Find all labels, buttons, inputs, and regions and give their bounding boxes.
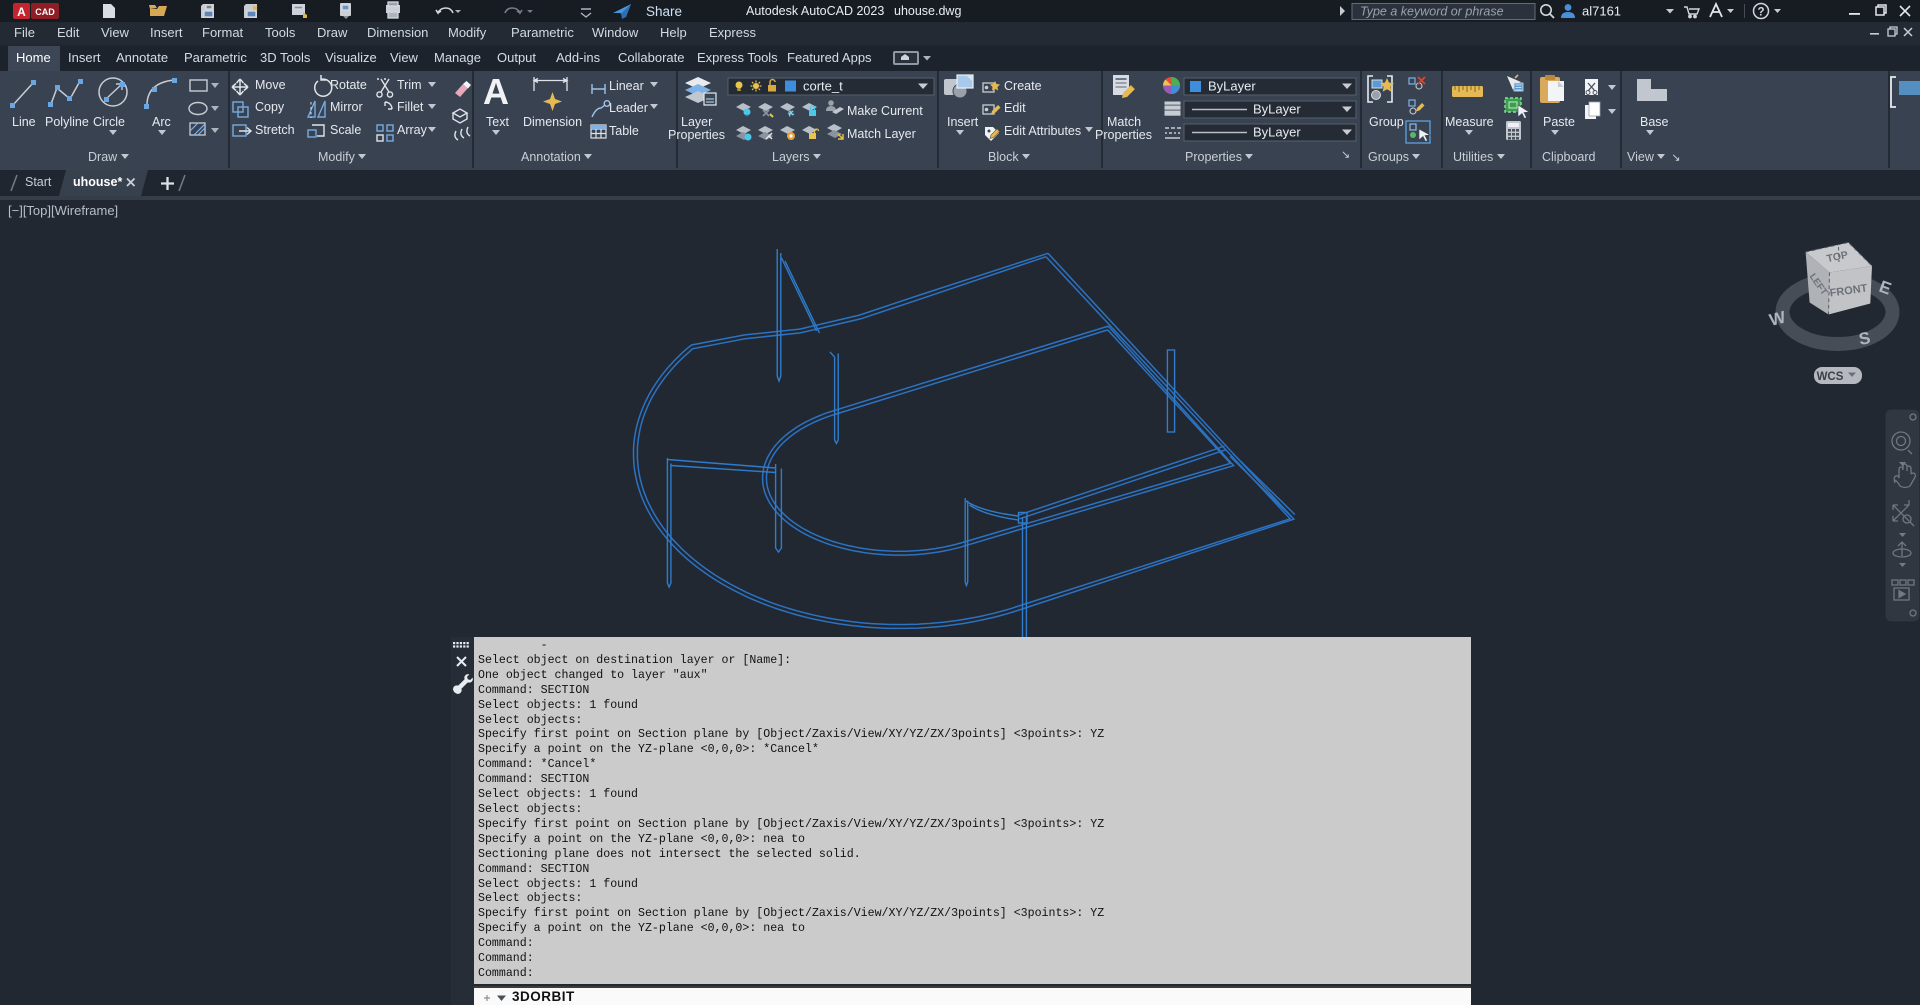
svg-text:CAD: CAD bbox=[35, 7, 55, 17]
svg-text:al7161: al7161 bbox=[1582, 4, 1621, 19]
svg-text:corte_t: corte_t bbox=[803, 79, 843, 94]
svg-text:A: A bbox=[483, 71, 509, 112]
svg-text:ByLayer: ByLayer bbox=[1253, 102, 1301, 117]
svg-text:ByLayer: ByLayer bbox=[1253, 125, 1301, 140]
svg-text:WCS: WCS bbox=[1817, 371, 1844, 383]
svg-text:ByLayer: ByLayer bbox=[1208, 79, 1256, 94]
svg-text:Type a keyword or phrase: Type a keyword or phrase bbox=[1360, 5, 1504, 19]
svg-text:?: ? bbox=[1757, 7, 1764, 19]
svg-text:Share: Share bbox=[646, 4, 682, 19]
svg-text:A: A bbox=[17, 5, 26, 19]
